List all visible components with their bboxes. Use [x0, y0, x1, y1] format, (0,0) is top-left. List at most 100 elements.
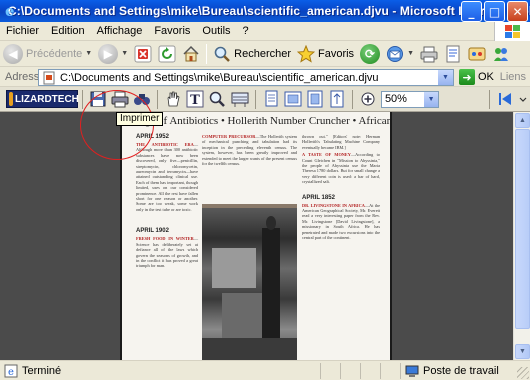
vertical-scrollbar[interactable]: ▲ ▼	[513, 112, 530, 360]
title-bar: e C:\Documents and Settings\mike\Bureau\…	[0, 0, 530, 22]
menu-favoris[interactable]: Favoris	[148, 25, 196, 37]
go-arrow-icon: ➜	[459, 69, 475, 85]
magnifier-icon	[210, 91, 226, 107]
menu-affichage[interactable]: Affichage	[91, 25, 149, 37]
fit-width-button[interactable]	[284, 89, 302, 109]
menu-edition[interactable]: Edition	[45, 25, 91, 37]
refresh-button[interactable]	[155, 42, 179, 66]
messenger-button[interactable]	[489, 42, 513, 66]
close-button[interactable]: ✕	[507, 1, 528, 22]
resize-grip[interactable]	[517, 367, 529, 379]
back-button[interactable]: ◀ Précédente ▼	[0, 42, 95, 66]
chevron-down-icon[interactable]: ▼	[85, 50, 92, 57]
chevron-down-icon	[519, 97, 527, 102]
svg-text:T: T	[190, 93, 200, 108]
actual-size-icon	[330, 90, 344, 108]
go-button[interactable]: ➜ OK	[459, 69, 494, 85]
go-label: OK	[478, 71, 494, 83]
lizardtech-mark-icon	[9, 92, 13, 106]
computer-icon	[405, 365, 419, 377]
page-edge-right	[390, 112, 392, 360]
column-1-heading-2: APRIL 1902	[136, 228, 169, 235]
search-label: Rechercher	[234, 47, 291, 60]
menu-outils[interactable]: Outils	[196, 25, 236, 37]
zoom-in-icon	[361, 92, 375, 106]
actual-size-button[interactable]	[328, 89, 346, 109]
stop-button[interactable]	[131, 42, 155, 66]
star-icon	[297, 44, 315, 63]
history-button[interactable]: ⟳	[357, 42, 383, 66]
menu-bar: Fichier Edition Affichage Favoris Outils…	[0, 22, 530, 41]
toolbar-separator	[206, 43, 208, 64]
column-3-heading-2: APRIL 1852	[302, 194, 335, 201]
printer-icon	[420, 45, 438, 63]
discuss-button[interactable]	[465, 42, 489, 66]
previous-page-icon	[499, 93, 512, 105]
marquee-zoom-button[interactable]	[230, 89, 249, 109]
status-text: Terminé	[22, 364, 62, 377]
favorites-label: Favoris	[318, 47, 355, 60]
maximize-button[interactable]: □	[484, 1, 505, 22]
window-controls: _ □ ✕	[461, 1, 528, 22]
security-zone: Poste de travail	[405, 364, 499, 378]
document-viewport[interactable]: age of Antibiotics • Hollerith Number Cr…	[0, 112, 530, 360]
text-column-1: APRIL 1952 THE ANTIBIOTIC ERA—Although m…	[136, 134, 198, 271]
zoom-in-button[interactable]	[359, 89, 377, 109]
windows-flag-icon	[494, 22, 530, 41]
fit-page-button[interactable]	[306, 89, 324, 109]
menu-help[interactable]: ?	[237, 25, 255, 37]
chevron-down-icon[interactable]: ▼	[407, 50, 414, 57]
column-3-section-2: DR. LIVINGSTONE IN AFRICA	[302, 202, 365, 208]
djvu-file-icon	[43, 71, 55, 84]
forward-button[interactable]: ▶ ▼	[95, 42, 131, 66]
column-2-body: —The Hollerith system of mechanical punc…	[202, 134, 297, 167]
mail-button[interactable]: ▼	[383, 42, 417, 66]
address-input[interactable]: C:\Documents and Settings\mike\Bureau\sc…	[38, 69, 454, 86]
home-icon	[182, 45, 200, 63]
edit-button[interactable]	[441, 42, 465, 66]
status-divider	[380, 363, 381, 379]
links-label[interactable]: Liens	[500, 71, 526, 83]
fit-width-icon	[284, 91, 302, 107]
status-divider	[320, 363, 321, 379]
print-button[interactable]	[417, 42, 441, 66]
text-select-icon: T	[186, 90, 204, 108]
column-1-section-2: FRESH FOOD IN WINTER	[136, 236, 194, 242]
window-title: C:\Documents and Settings\mike\Bureau\sc…	[8, 4, 530, 18]
scroll-down-button[interactable]: ▼	[515, 344, 530, 359]
lizardtech-logo[interactable]: LIZARDTECH	[6, 90, 79, 108]
previous-page-button[interactable]	[496, 89, 514, 109]
toolbar-more-button[interactable]	[518, 89, 528, 109]
text-column-3: thrown out." [Editors' note: Herman Holl…	[302, 134, 380, 243]
status-bar: e Terminé Poste de travail	[0, 360, 530, 380]
chevron-down-icon[interactable]: ▼	[121, 50, 128, 57]
text-select-button[interactable]: T	[186, 89, 204, 109]
single-page-button[interactable]	[261, 89, 279, 109]
zoom-tool-button[interactable]	[208, 89, 226, 109]
hollerith-machine-photo	[202, 208, 297, 360]
standard-toolbar: ◀ Précédente ▼ ▶ ▼ Rechercher Favoris ⟳	[0, 41, 530, 67]
address-dropdown-icon[interactable]: ▼	[437, 70, 453, 85]
home-button[interactable]	[179, 42, 203, 66]
zoom-dropdown-icon[interactable]: ▼	[424, 91, 439, 107]
scroll-thumb[interactable]	[515, 129, 530, 329]
menu-fichier[interactable]: Fichier	[0, 25, 45, 37]
ie-page-icon: e	[4, 364, 18, 378]
single-page-icon	[265, 90, 278, 107]
back-arrow-icon: ◀	[3, 43, 23, 64]
search-button[interactable]: Rechercher	[210, 42, 294, 66]
zoom-select[interactable]: 50% ▼	[380, 90, 440, 108]
column-3-body-2: —According to Count Gleichen in "Mission…	[302, 152, 380, 185]
forward-arrow-icon: ▶	[98, 43, 119, 64]
status-divider	[360, 363, 361, 379]
column-3-section: A TASTE OF MONEY	[302, 152, 351, 158]
fit-page-icon	[307, 90, 323, 108]
minimize-button[interactable]: _	[461, 1, 482, 22]
favorites-button[interactable]: Favoris	[294, 42, 357, 66]
scroll-up-button[interactable]: ▲	[515, 113, 530, 128]
address-bar: Adresse C:\Documents and Settings\mike\B…	[0, 67, 530, 87]
zoom-value: 50%	[384, 93, 407, 105]
back-label: Précédente	[26, 47, 83, 60]
hand-tool-button[interactable]	[164, 89, 182, 109]
toolbar-separator	[157, 89, 159, 109]
